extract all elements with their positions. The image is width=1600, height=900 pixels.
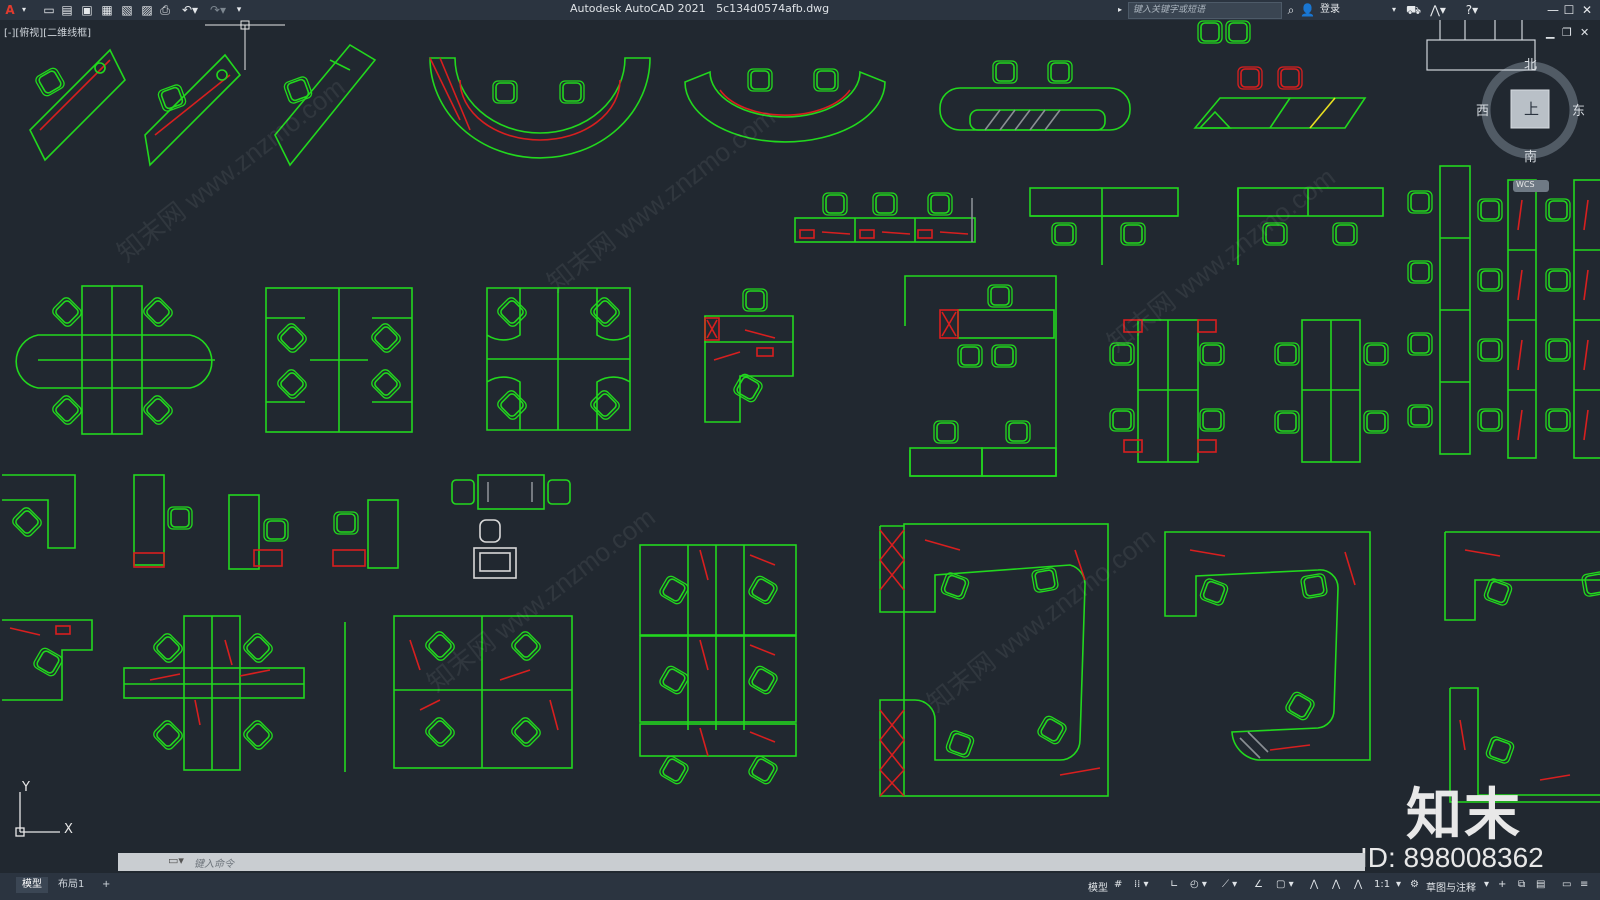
search-expand-icon[interactable]: ▸ <box>1116 2 1124 18</box>
ortho-icon[interactable]: ∟ <box>1170 879 1178 890</box>
isolate-objects-icon[interactable]: ⧉ <box>1518 879 1525 890</box>
workstation-grid-2 <box>1274 319 1389 463</box>
account-chevron-icon[interactable]: ▾ <box>1390 2 1398 18</box>
search-input[interactable]: 键入关键字或短语 <box>1128 2 1282 19</box>
auto-scale-icon[interactable]: ⋀ <box>1332 879 1340 890</box>
title-bar: A ▾ ▭ ▤ ▣ ▦ ▧ ▨ ⎙ ↶▾ ↷▾ ▾ Autodesk AutoC… <box>0 0 1600 20</box>
annotation-scale-value[interactable]: 1:1 <box>1374 879 1390 890</box>
workstation-cluster-3 <box>486 287 631 431</box>
large-office-2 <box>1164 531 1371 761</box>
minimize-icon[interactable]: — <box>1546 2 1560 18</box>
pod-4-seat <box>123 615 305 771</box>
workstation-t-1 <box>1029 187 1179 265</box>
tab-model[interactable]: 模型 <box>16 877 48 893</box>
open-folder-icon[interactable]: ▤ <box>60 2 74 18</box>
clean-screen-icon[interactable]: ▭ <box>1562 879 1571 890</box>
viewport-controls-label[interactable]: [-][俯视][二维线框] <box>4 24 91 39</box>
annotation-scale-icon[interactable]: ⋀ <box>1354 879 1362 890</box>
ucs-y-label: Y <box>22 780 30 795</box>
grid-icon[interactable]: # <box>1114 879 1122 890</box>
polar-icon[interactable]: ◴ ▾ <box>1190 879 1207 890</box>
drawing-minimize-icon[interactable]: ▁ <box>1546 26 1554 39</box>
app-title: Autodesk AutoCAD 2021 <box>570 2 706 15</box>
single-desk-1 <box>133 474 193 568</box>
executive-office <box>904 275 1057 477</box>
drawing-close-icon[interactable]: ✕ <box>1580 26 1589 39</box>
redo-icon[interactable]: ↷▾ <box>208 2 228 18</box>
workstation-block <box>639 544 797 787</box>
tab-add[interactable]: + <box>96 877 116 893</box>
object-snap-icon[interactable]: ▢ ▾ <box>1276 879 1294 890</box>
viewcube-west-label[interactable]: 西 <box>1476 100 1489 119</box>
workstation-cluster-1 <box>15 285 215 435</box>
save-as-icon[interactable]: ▦ <box>100 2 114 18</box>
login-button[interactable]: 登录 <box>1316 2 1344 18</box>
single-desk-3 <box>332 499 399 569</box>
open-web-icon[interactable]: ▧ <box>120 2 134 18</box>
curved-desk-1 <box>29 48 126 162</box>
corner-desk-left <box>2 619 93 701</box>
model-space-button[interactable]: 模型 <box>1088 879 1108 894</box>
tab-layout1[interactable]: 布局1 <box>52 877 90 893</box>
scale-chevron-icon[interactable]: ▾ <box>1396 879 1401 890</box>
drawing-canvas[interactable]: 北 南 西 东 上 WCS X Y 知末网 www.znzmo.com 知末网 … <box>0 20 1600 852</box>
undo-icon[interactable]: ↶▾ <box>180 2 200 18</box>
l-desk-manager <box>704 288 794 423</box>
workspace-gear-icon[interactable]: ⚙ <box>1410 879 1419 890</box>
wcs-menu-button[interactable]: WCS <box>1516 180 1535 189</box>
app-logo-button[interactable]: A <box>3 2 17 18</box>
command-history-icon[interactable]: ▭▾ <box>168 854 184 867</box>
workstation-column-right <box>1407 165 1600 459</box>
cart-icon[interactable]: ⛟ <box>1406 2 1421 18</box>
document-name: 5c134d0574afb.dwg <box>716 2 830 15</box>
viewcube-top-face[interactable]: 上 <box>1524 98 1539 119</box>
maximize-icon[interactable]: ☐ <box>1562 2 1576 18</box>
customization-menu-icon[interactable]: ≡ <box>1580 879 1588 890</box>
save-icon[interactable]: ▣ <box>80 2 94 18</box>
sofa-set <box>451 474 571 579</box>
user-icon[interactable]: 👤 <box>1300 2 1315 18</box>
app-menu-chevron-icon[interactable]: ▾ <box>20 2 28 18</box>
conference-desk <box>939 60 1131 131</box>
ucs-icon <box>15 792 60 837</box>
viewcube-north-label[interactable]: 北 <box>1524 54 1537 73</box>
save-web-icon[interactable]: ▨ <box>140 2 154 18</box>
workstation-cluster-2 <box>265 287 413 433</box>
plot-icon[interactable]: ⎙ <box>158 2 172 18</box>
help-icon[interactable]: ?▾ <box>1462 2 1482 18</box>
workstation-row-1 <box>794 192 976 243</box>
watermark-id: ID: 898008362 <box>1360 842 1544 873</box>
watermark-logo: 知末 <box>1406 782 1522 848</box>
small-corner-desk <box>2 474 76 549</box>
large-office-3 <box>1444 531 1600 803</box>
object-snap-tracking-icon[interactable]: ∠ <box>1254 879 1263 890</box>
snap-icon[interactable]: ⁞⁞ ▾ <box>1134 879 1149 890</box>
isodraft-icon[interactable]: ⟋ ▾ <box>1222 879 1237 890</box>
single-desk-2 <box>228 494 289 570</box>
command-input[interactable]: 键入命令 <box>194 855 234 870</box>
annotation-visibility-icon[interactable]: ⋀ <box>1310 879 1318 890</box>
plus-icon[interactable]: + <box>1498 879 1506 890</box>
search-icon[interactable]: ⌕ <box>1284 2 1298 18</box>
semicircle-desk-1 <box>429 57 651 159</box>
workspace-chevron-icon[interactable]: ▾ <box>1484 879 1489 890</box>
close-icon[interactable]: ✕ <box>1580 2 1594 18</box>
hardware-acceleration-icon[interactable]: ▤ <box>1536 879 1545 890</box>
ucs-x-label: X <box>64 822 73 837</box>
command-line[interactable]: ▭▾ 键入命令 <box>118 853 1365 871</box>
drawing-restore-icon[interactable]: ❐ <box>1562 26 1572 39</box>
viewcube-east-label[interactable]: 东 <box>1572 100 1585 119</box>
viewcube-south-label[interactable]: 南 <box>1524 146 1537 165</box>
new-file-icon[interactable]: ▭ <box>42 2 56 18</box>
customize-toolbar-icon[interactable]: ▾ <box>234 2 244 18</box>
reception-desk <box>1193 66 1367 129</box>
top-chairs <box>1197 20 1251 44</box>
autodesk-a360-icon[interactable]: ⋀▾ <box>1428 2 1448 18</box>
workspace-switch[interactable]: 草图与注释 <box>1426 879 1476 894</box>
